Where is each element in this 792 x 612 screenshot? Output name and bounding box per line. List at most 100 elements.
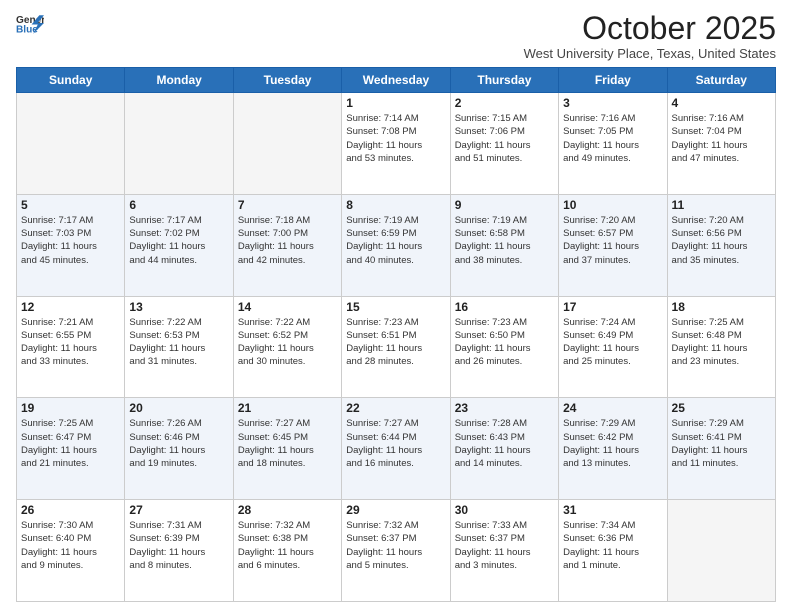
day-header-saturday: Saturday bbox=[667, 68, 775, 93]
day-number: 17 bbox=[563, 300, 662, 314]
calendar-cell: 5 Sunrise: 7:17 AMSunset: 7:03 PMDaylight… bbox=[17, 194, 125, 296]
day-info: Sunrise: 7:18 AMSunset: 7:00 PMDaylight:… bbox=[238, 214, 337, 267]
calendar-cell: 13Sunrise: 7:22 AMSunset: 6:53 PMDayligh… bbox=[125, 296, 233, 398]
calendar-cell bbox=[667, 500, 775, 602]
day-info: Sunrise: 7:17 AMSunset: 7:03 PMDaylight:… bbox=[21, 214, 120, 267]
calendar-cell: 11Sunrise: 7:20 AMSunset: 6:56 PMDayligh… bbox=[667, 194, 775, 296]
calendar-cell: 21 Sunrise: 7:27 AMSunset: 6:45 PMDayligh… bbox=[233, 398, 341, 500]
day-number: 6 bbox=[129, 198, 228, 212]
day-number: 30 bbox=[455, 503, 554, 517]
day-info: Sunrise: 7:32 AMSunset: 6:38 PMDaylight:… bbox=[238, 519, 337, 572]
calendar-week-row: 12Sunrise: 7:21 AMSunset: 6:55 PMDayligh… bbox=[17, 296, 776, 398]
daylight-hours: Daylight: 11 hours bbox=[346, 140, 422, 151]
day-info: Sunrise: 7:16 AMSunset: 7:04 PMDaylight:… bbox=[672, 112, 771, 165]
day-number: 25 bbox=[672, 401, 771, 415]
day-number: 15 bbox=[346, 300, 445, 314]
day-header-thursday: Thursday bbox=[450, 68, 558, 93]
calendar-cell: 25 Sunrise: 7:29 AMSunset: 6:41 PMDayligh… bbox=[667, 398, 775, 500]
day-info: Sunrise: 7:22 AMSunset: 6:52 PMDaylight:… bbox=[238, 316, 337, 369]
day-info: Sunrise: 7:25 AMSunset: 6:48 PMDaylight:… bbox=[672, 316, 771, 369]
day-number: 29 bbox=[346, 503, 445, 517]
day-header-tuesday: Tuesday bbox=[233, 68, 341, 93]
logo-icon: General Blue bbox=[16, 12, 44, 34]
day-number: 10 bbox=[563, 198, 662, 212]
daylight-hours: Daylight: 11 hours bbox=[563, 241, 639, 252]
day-info: Sunrise: 7:16 AMSunset: 7:05 PMDaylight:… bbox=[563, 112, 662, 165]
day-info: Sunrise: 7:29 AMSunset: 6:41 PMDaylight:… bbox=[672, 417, 771, 470]
logo: General Blue bbox=[16, 12, 44, 34]
calendar-cell: 26 Sunrise: 7:30 AMSunset: 6:40 PMDayligh… bbox=[17, 500, 125, 602]
calendar-week-row: 5 Sunrise: 7:17 AMSunset: 7:03 PMDaylight… bbox=[17, 194, 776, 296]
daylight-hours: Daylight: 11 hours bbox=[346, 343, 422, 354]
day-info: Sunrise: 7:24 AMSunset: 6:49 PMDaylight:… bbox=[563, 316, 662, 369]
daylight-hours: Daylight: 11 hours bbox=[563, 547, 639, 558]
calendar-table: SundayMondayTuesdayWednesdayThursdayFrid… bbox=[16, 67, 776, 602]
day-number: 4 bbox=[672, 96, 771, 110]
daylight-hours: Daylight: 11 hours bbox=[563, 343, 639, 354]
day-number: 13 bbox=[129, 300, 228, 314]
day-header-friday: Friday bbox=[559, 68, 667, 93]
day-number: 9 bbox=[455, 198, 554, 212]
calendar-cell: 17 Sunrise: 7:24 AMSunset: 6:49 PMDayligh… bbox=[559, 296, 667, 398]
svg-text:Blue: Blue bbox=[16, 24, 38, 34]
day-number: 21 bbox=[238, 401, 337, 415]
calendar-cell: 23 Sunrise: 7:28 AMSunset: 6:43 PMDayligh… bbox=[450, 398, 558, 500]
day-info: Sunrise: 7:31 AMSunset: 6:39 PMDaylight:… bbox=[129, 519, 228, 572]
day-info: Sunrise: 7:27 AMSunset: 6:44 PMDaylight:… bbox=[346, 417, 445, 470]
day-number: 23 bbox=[455, 401, 554, 415]
calendar-cell: 10Sunrise: 7:20 AMSunset: 6:57 PMDayligh… bbox=[559, 194, 667, 296]
calendar-cell: 22Sunrise: 7:27 AMSunset: 6:44 PMDayligh… bbox=[342, 398, 450, 500]
location: West University Place, Texas, United Sta… bbox=[524, 46, 776, 61]
daylight-hours: Daylight: 11 hours bbox=[129, 547, 205, 558]
daylight-hours: Daylight: 11 hours bbox=[21, 343, 97, 354]
day-info: Sunrise: 7:14 AMSunset: 7:08 PMDaylight:… bbox=[346, 112, 445, 165]
day-info: Sunrise: 7:32 AMSunset: 6:37 PMDaylight:… bbox=[346, 519, 445, 572]
day-number: 16 bbox=[455, 300, 554, 314]
calendar-cell: 7 Sunrise: 7:18 AMSunset: 7:00 PMDaylight… bbox=[233, 194, 341, 296]
calendar-cell: 24Sunrise: 7:29 AMSunset: 6:42 PMDayligh… bbox=[559, 398, 667, 500]
day-number: 7 bbox=[238, 198, 337, 212]
day-header-sunday: Sunday bbox=[17, 68, 125, 93]
daylight-hours: Daylight: 11 hours bbox=[129, 241, 205, 252]
calendar-cell: 1Sunrise: 7:14 AMSunset: 7:08 PMDaylight… bbox=[342, 93, 450, 195]
day-info: Sunrise: 7:17 AMSunset: 7:02 PMDaylight:… bbox=[129, 214, 228, 267]
daylight-hours: Daylight: 11 hours bbox=[455, 343, 531, 354]
calendar-cell: 9Sunrise: 7:19 AMSunset: 6:58 PMDaylight… bbox=[450, 194, 558, 296]
daylight-hours: Daylight: 11 hours bbox=[672, 241, 748, 252]
daylight-hours: Daylight: 11 hours bbox=[346, 241, 422, 252]
daylight-hours: Daylight: 11 hours bbox=[21, 445, 97, 456]
calendar-week-row: 1Sunrise: 7:14 AMSunset: 7:08 PMDaylight… bbox=[17, 93, 776, 195]
day-info: Sunrise: 7:27 AMSunset: 6:45 PMDaylight:… bbox=[238, 417, 337, 470]
day-number: 28 bbox=[238, 503, 337, 517]
calendar-cell: 16 Sunrise: 7:23 AMSunset: 6:50 PMDayligh… bbox=[450, 296, 558, 398]
day-info: Sunrise: 7:28 AMSunset: 6:43 PMDaylight:… bbox=[455, 417, 554, 470]
calendar-cell: 31Sunrise: 7:34 AMSunset: 6:36 PMDayligh… bbox=[559, 500, 667, 602]
calendar-cell: 18Sunrise: 7:25 AMSunset: 6:48 PMDayligh… bbox=[667, 296, 775, 398]
daylight-hours: Daylight: 11 hours bbox=[238, 445, 314, 456]
header: General Blue October 2025 West Universit… bbox=[16, 12, 776, 61]
day-info: Sunrise: 7:30 AMSunset: 6:40 PMDaylight:… bbox=[21, 519, 120, 572]
day-number: 19 bbox=[21, 401, 120, 415]
calendar-header-row: SundayMondayTuesdayWednesdayThursdayFrid… bbox=[17, 68, 776, 93]
day-info: Sunrise: 7:33 AMSunset: 6:37 PMDaylight:… bbox=[455, 519, 554, 572]
day-number: 5 bbox=[21, 198, 120, 212]
calendar-week-row: 19Sunrise: 7:25 AMSunset: 6:47 PMDayligh… bbox=[17, 398, 776, 500]
day-info: Sunrise: 7:20 AMSunset: 6:56 PMDaylight:… bbox=[672, 214, 771, 267]
daylight-hours: Daylight: 11 hours bbox=[455, 547, 531, 558]
day-header-monday: Monday bbox=[125, 68, 233, 93]
daylight-hours: Daylight: 11 hours bbox=[455, 445, 531, 456]
calendar-cell: 28 Sunrise: 7:32 AMSunset: 6:38 PMDayligh… bbox=[233, 500, 341, 602]
day-number: 24 bbox=[563, 401, 662, 415]
day-info: Sunrise: 7:21 AMSunset: 6:55 PMDaylight:… bbox=[21, 316, 120, 369]
daylight-hours: Daylight: 11 hours bbox=[455, 140, 531, 151]
page: General Blue October 2025 West Universit… bbox=[0, 0, 792, 612]
calendar-cell: 4 Sunrise: 7:16 AMSunset: 7:04 PMDaylight… bbox=[667, 93, 775, 195]
calendar-cell: 27Sunrise: 7:31 AMSunset: 6:39 PMDayligh… bbox=[125, 500, 233, 602]
daylight-hours: Daylight: 11 hours bbox=[238, 547, 314, 558]
calendar-cell: 2Sunrise: 7:15 AMSunset: 7:06 PMDaylight… bbox=[450, 93, 558, 195]
daylight-hours: Daylight: 11 hours bbox=[21, 241, 97, 252]
day-info: Sunrise: 7:23 AMSunset: 6:50 PMDaylight:… bbox=[455, 316, 554, 369]
day-header-wednesday: Wednesday bbox=[342, 68, 450, 93]
day-number: 26 bbox=[21, 503, 120, 517]
day-info: Sunrise: 7:34 AMSunset: 6:36 PMDaylight:… bbox=[563, 519, 662, 572]
